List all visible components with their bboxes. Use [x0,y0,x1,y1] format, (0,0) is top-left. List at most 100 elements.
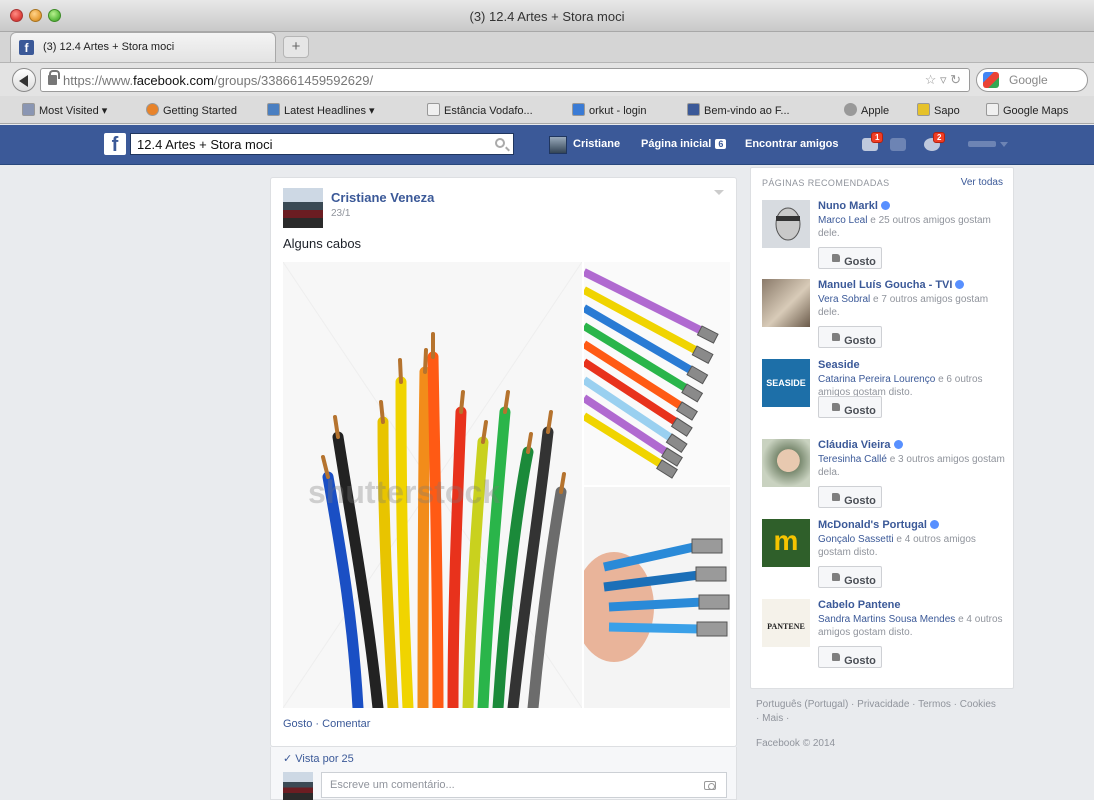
friend-requests-icon[interactable]: 1 [862,132,884,152]
fiber-cables-image [584,538,730,662]
page-social-context: Teresinha Callé e 3 outros amigos gostam… [818,454,1005,478]
thumbs-up-icon [832,254,841,262]
bookmark-facebook[interactable]: Bem-vindo ao F... [687,103,790,117]
address-url: https://www.facebook.com/groups/33866145… [63,73,374,88]
search-engine-box[interactable]: Google [976,68,1088,92]
address-bar[interactable]: https://www.facebook.com/groups/33866145… [40,68,970,92]
recommended-page-item: m McDonald's Portugal Gonçalo Sassetti e… [762,519,1012,599]
navigation-toolbar: https://www.facebook.com/groups/33866145… [0,62,1094,96]
facebook-logo-icon[interactable]: f [104,133,126,156]
camera-icon[interactable] [704,781,716,790]
verified-badge-icon [893,440,903,449]
like-page-button[interactable]: Gosto [818,247,882,269]
group-post: Cristiane Veneza 23/1 Alguns cabos shutt… [270,177,737,747]
settings-menu-button[interactable] [968,139,1008,149]
tab-label: (3) 12.4 Artes + Stora moci [43,41,175,53]
page-name-link[interactable]: McDonald's Portugal [818,519,939,531]
comment-placeholder: Escreve um comentário... [330,779,455,791]
search-value: 12.4 Artes + Stora moci [137,137,273,152]
like-page-button[interactable]: Gosto [818,486,882,508]
bookmark-star-icon[interactable]: ☆ ▿ ↻ [925,72,961,88]
user-avatar[interactable] [549,136,567,154]
orkut-icon [572,103,585,116]
post-comment-link[interactable]: Comentar [322,718,370,730]
facebook-favicon-icon: f [19,40,34,55]
search-placeholder: Google [1009,73,1048,87]
seen-by-count[interactable]: ✓ Vista por 25 [283,752,354,765]
photo-coax-cables[interactable] [584,262,730,485]
page-name-link[interactable]: Cláudia Vieira [818,439,903,451]
messages-icon[interactable] [890,136,908,152]
browser-tab[interactable]: f (3) 12.4 Artes + Stora moci [10,32,276,62]
page-thumbnail[interactable]: PANTENE [762,599,810,647]
bookmark-latest-headlines[interactable]: Latest Headlines ▾ [267,103,375,117]
back-button[interactable] [12,68,36,92]
nav-find-friends-link[interactable]: Encontrar amigos [745,138,839,150]
chevron-down-icon [1000,142,1008,147]
facebook-icon [687,103,700,116]
bookmarks-toolbar: Most Visited ▾ Getting Started Latest He… [0,96,1094,124]
page-icon [986,103,999,116]
page-thumbnail[interactable] [762,200,810,248]
thumbs-up-icon [832,493,841,501]
search-icon[interactable] [495,138,505,148]
recommended-page-item: SEASIDE Seaside Catarina Pereira Lourenç… [762,359,1012,439]
sapo-icon [917,103,930,116]
post-actions: Gosto · Comentar [283,718,370,730]
watermark-text: shutterstock [308,474,501,510]
page-name-link[interactable]: Cabelo Pantene [818,599,901,611]
like-page-button[interactable]: Gosto [818,326,882,348]
post-action-separator: · [312,718,323,730]
lock-icon [48,70,60,85]
thumbs-up-icon [832,403,841,411]
post-feedback-area: ✓ Vista por 25 Escreve um comentário... [270,747,737,800]
commenter-avatar [283,772,313,800]
recommended-page-item: Manuel Luís Goucha - TVI Vera Sobral e 7… [762,279,1012,359]
page-thumbnail[interactable] [762,279,810,327]
thumbs-up-icon [832,333,841,341]
page-thumbnail[interactable]: m [762,519,810,567]
like-page-button[interactable]: Gosto [818,646,882,668]
post-timestamp[interactable]: 23/1 [331,208,350,219]
comment-input[interactable]: Escreve um comentário... [321,772,727,798]
post-like-link[interactable]: Gosto [283,718,312,730]
photo-colored-wires[interactable]: shutterstock [283,262,582,708]
google-icon [983,72,999,88]
window-title: (3) 12.4 Artes + Stora moci [469,9,625,24]
bookmark-apple[interactable]: Apple [844,103,889,117]
page-thumbnail[interactable]: SEASIDE [762,359,810,407]
bookmark-google-maps[interactable]: Google Maps [986,103,1068,117]
recommended-pages-title: PÁGINAS RECOMENDADAS [762,178,890,188]
like-page-button[interactable]: Gosto [818,566,882,588]
facebook-top-bar: f 12.4 Artes + Stora moci Cristiane Pági… [0,125,1094,165]
page-name-link[interactable]: Seaside [818,359,860,371]
page-social-context: Vera Sobral e 7 outros amigos gostam del… [818,294,989,318]
post-author-avatar[interactable] [283,188,323,228]
bookmark-estancia-vodafone[interactable]: Estância Vodafo... [427,103,533,117]
page-name-link[interactable]: Nuno Markl [818,200,890,212]
nav-profile-link[interactable]: Cristiane [573,138,620,150]
bookmark-sapo[interactable]: Sapo [917,103,960,117]
bookmark-orkut[interactable]: orkut - login [572,103,646,117]
friend-requests-badge: 1 [871,132,884,143]
page-name-link[interactable]: Manuel Luís Goucha - TVI [818,279,965,291]
new-tab-button[interactable]: + [283,36,309,58]
page-thumbnail[interactable] [762,439,810,487]
like-page-button[interactable]: Gosto [818,396,882,418]
bookmark-getting-started[interactable]: Getting Started [146,103,237,117]
photo-fiber-cables[interactable] [584,487,730,708]
footer-links[interactable]: Português (Portugal) · Privacidade · Ter… [756,698,996,726]
post-options-chevron-icon[interactable] [714,190,724,195]
page-social-context: Marco Leal e 25 outros amigos gostam del… [818,215,991,239]
recommended-page-item: Nuno Markl Marco Leal e 25 outros amigos… [762,200,1012,280]
notifications-globe-icon[interactable]: 2 [924,132,946,152]
nav-home-link[interactable]: Página inicial 6 [641,138,727,150]
facebook-search-input[interactable]: 12.4 Artes + Stora moci [130,133,514,155]
see-all-link[interactable]: Ver todas [961,177,1003,188]
bookmark-most-visited[interactable]: Most Visited ▾ [22,103,107,117]
post-author-name[interactable]: Cristiane Veneza [331,190,434,205]
apple-icon [844,103,857,116]
recommended-pages-box: PÁGINAS RECOMENDADAS Ver todas Nuno Mark… [750,167,1014,689]
page-social-context: Gonçalo Sassetti e 4 outros amigos gosta… [818,534,976,558]
coax-cables-image [584,268,719,479]
